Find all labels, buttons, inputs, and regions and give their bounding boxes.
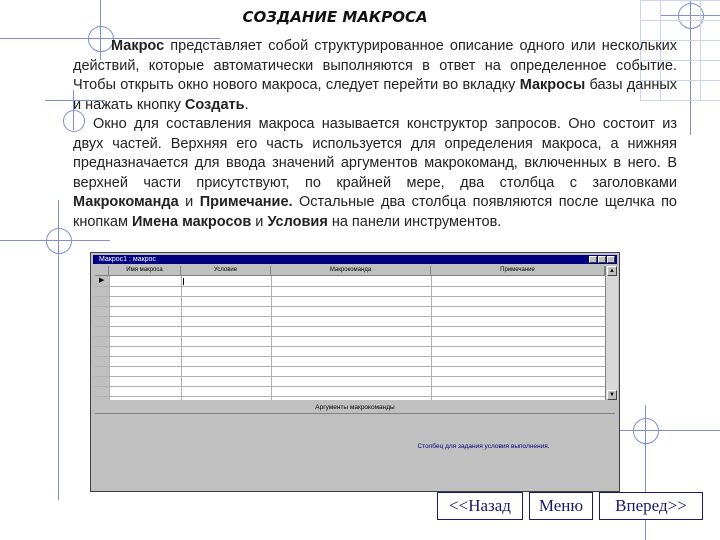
term-macrocommand: Макрокоманда — [73, 194, 179, 210]
slide-title: СОЗДАНИЕ МАКРОСА — [242, 8, 428, 26]
arguments-panel — [95, 415, 615, 489]
term-macro-names: Имена макросов — [132, 213, 252, 230]
scroll-down-icon[interactable]: ▼ — [607, 390, 617, 400]
column-header-macro-name[interactable]: Имя макроса — [109, 266, 181, 275]
row-selector-header — [95, 266, 109, 275]
macro-designer-window: Макрос1 : макрос Имя макроса Условие Мак… — [90, 252, 620, 492]
term-note: Примечание. — [199, 194, 293, 210]
vertical-scrollbar[interactable]: ▲ ▼ — [605, 266, 618, 400]
column-header-action[interactable]: Макрокоманда — [271, 266, 431, 275]
text-fragment: на панели инструментов. — [327, 213, 502, 230]
text-fragment: и — [178, 194, 200, 210]
maximize-icon[interactable] — [598, 256, 606, 263]
text-cursor — [183, 278, 184, 285]
term-macros-tab: Макросы — [519, 77, 586, 93]
window-title: Макрос1 : макрос — [99, 256, 156, 263]
text-fragment: и — [251, 213, 268, 230]
current-row-pointer-icon: ▶ — [99, 277, 105, 284]
close-icon[interactable] — [607, 256, 615, 263]
column-header-condition[interactable]: Условие — [181, 266, 271, 275]
row-selector-column — [95, 276, 109, 400]
term-macro: Макрос — [111, 38, 165, 54]
window-titlebar: Макрос1 : макрос — [93, 255, 617, 264]
forward-button[interactable]: Вперед>> — [599, 492, 703, 520]
back-button[interactable]: <<Назад — [437, 492, 523, 520]
paragraph-intro: Макрос представляет собой структурирован… — [73, 37, 677, 115]
text-fragment: . — [244, 96, 249, 113]
term-conditions: Условия — [267, 213, 328, 230]
scroll-up-icon[interactable]: ▲ — [607, 266, 617, 276]
column-header-row: Имя макроса Условие Макрокоманда Примеча… — [95, 266, 605, 276]
macro-grid[interactable]: ▶ — [95, 276, 605, 400]
minimize-icon[interactable] — [589, 256, 597, 263]
text-fragment: Окно для составления макроса называется … — [73, 116, 677, 191]
arguments-header: Аргументы макрокоманды — [95, 403, 615, 414]
column-header-comment[interactable]: Примечание — [431, 266, 605, 275]
menu-button[interactable]: Меню — [529, 492, 593, 520]
term-create: Создать — [184, 96, 245, 113]
paragraph-designer: Окно для составления макроса называется … — [73, 115, 677, 232]
hint-text: Столбец для задания условия выполнения. — [417, 443, 550, 450]
